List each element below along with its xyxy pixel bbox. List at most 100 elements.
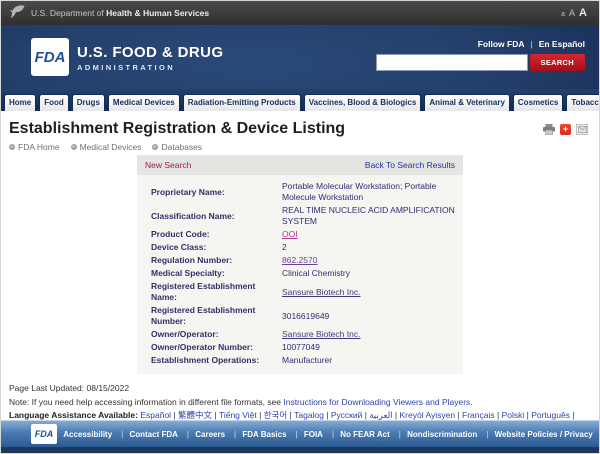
- footer-links: Accessibility | Contact FDA| Careers| FDA…: [57, 430, 599, 439]
- language-link[interactable]: 한국어: [264, 410, 287, 420]
- footer-link-separator: |: [121, 430, 123, 439]
- detail-label: Proprietary Name:: [151, 187, 282, 198]
- table-row: Product Code: OOI: [151, 228, 455, 241]
- language-separator: |: [455, 410, 462, 420]
- language-link[interactable]: Português: [531, 410, 570, 420]
- email-icon[interactable]: [576, 124, 588, 135]
- language-item: 繁體中文 |: [178, 410, 219, 420]
- footer-fda-logo[interactable]: FDA: [31, 424, 57, 444]
- nav-tab[interactable]: Animal & Veterinary: [424, 94, 510, 111]
- nav-tab[interactable]: Radiation-Emitting Products: [183, 94, 301, 111]
- language-item: Polski |: [502, 410, 532, 420]
- language-link[interactable]: 繁體中文: [178, 410, 212, 420]
- font-size-large-button[interactable]: A: [579, 7, 587, 19]
- footer-link[interactable]: Contact FDA: [129, 430, 177, 439]
- detail-label: Registered Establishment Name:: [151, 281, 282, 303]
- nav-tab[interactable]: Medical Devices: [108, 94, 180, 111]
- detail-value-text[interactable]: OOI: [282, 229, 298, 239]
- fda-name-line2: ADMINISTRATION: [77, 63, 223, 72]
- nav-tab[interactable]: Cosmetics: [513, 94, 563, 111]
- language-link[interactable]: Polski: [502, 410, 525, 420]
- detail-value-text[interactable]: Sansure Biotech Inc.: [282, 287, 360, 297]
- site-search-input[interactable]: [376, 54, 528, 71]
- new-search-link[interactable]: New Search: [145, 160, 191, 170]
- breadcrumb-bullet-icon: [152, 144, 158, 150]
- footer-link[interactable]: FOIA: [304, 430, 323, 439]
- detail-label: Owner/Operator Number:: [151, 342, 282, 353]
- table-row: Owner/Operator Number: 10077049: [151, 341, 455, 354]
- fda-masthead: FDA U.S. FOOD & DRUG ADMINISTRATION Foll…: [1, 25, 599, 89]
- footer-link[interactable]: Accessibility: [63, 430, 112, 439]
- footer-link-item: Careers|: [195, 430, 236, 439]
- nav-tab[interactable]: Home: [4, 94, 36, 111]
- footer-link-item: Nondiscrimination|: [407, 430, 488, 439]
- breadcrumb-bullet-icon: [71, 144, 77, 150]
- language-separator: |: [257, 410, 264, 420]
- language-item: Русский |: [331, 410, 369, 420]
- breadcrumb-item[interactable]: FDA Home: [9, 142, 60, 152]
- footer-link[interactable]: Nondiscrimination: [407, 430, 477, 439]
- nav-tab[interactable]: Drugs: [72, 94, 105, 111]
- breadcrumb-label: FDA Home: [18, 142, 60, 152]
- footer-link-item: Accessibility |: [63, 430, 123, 439]
- detail-label: Regulation Number:: [151, 255, 282, 266]
- language-item: Español |: [140, 410, 178, 420]
- viewers-players-link[interactable]: Instructions for Downloading Viewers and…: [283, 397, 472, 407]
- breadcrumb-bullet-icon: [9, 144, 15, 150]
- nav-tab[interactable]: Tobacco Products: [566, 94, 600, 111]
- language-link[interactable]: Русский: [331, 410, 363, 420]
- language-link[interactable]: Français: [462, 410, 495, 420]
- table-row: Classification Name: REAL TIME NUCLEIC A…: [151, 204, 455, 228]
- language-link[interactable]: Español: [140, 410, 171, 420]
- language-separator: |: [495, 410, 502, 420]
- language-link[interactable]: العربية: [369, 410, 392, 420]
- detail-value: 2: [282, 242, 455, 253]
- font-size-small-button[interactable]: a: [561, 11, 565, 18]
- footer-link-item: Contact FDA|: [129, 430, 189, 439]
- language-link[interactable]: Tiếng Việt: [219, 410, 257, 420]
- fda-logo[interactable]: FDA: [31, 38, 69, 76]
- follow-fda-link[interactable]: Follow FDA: [478, 39, 525, 49]
- footer-link[interactable]: Website Policies / Privacy: [495, 430, 593, 439]
- en-espanol-link[interactable]: En Español: [539, 39, 585, 49]
- back-to-search-results-link[interactable]: Back To Search Results: [365, 160, 455, 170]
- detail-value-text[interactable]: Sansure Biotech Inc.: [282, 329, 360, 339]
- breadcrumb-label: Databases: [161, 142, 202, 152]
- hhs-utility-bar: U.S. Department of Health & Human Servic…: [1, 1, 599, 25]
- detail-label: Establishment Operations:: [151, 355, 282, 366]
- table-row: Medical Specialty: Clinical Chemistry: [151, 267, 455, 280]
- fda-brand-text: U.S. FOOD & DRUG ADMINISTRATION: [77, 38, 223, 89]
- detail-value: Sansure Biotech Inc.: [282, 287, 455, 298]
- breadcrumb-item[interactable]: Databases: [152, 142, 202, 152]
- footer-link[interactable]: FDA Basics: [242, 430, 286, 439]
- table-row: Registered Establishment Number: 3016619…: [151, 304, 455, 328]
- share-icon[interactable]: +: [560, 124, 571, 135]
- site-footer-bar: FDA Accessibility | Contact FDA| Careers|…: [1, 420, 599, 447]
- language-item: Tagalog |: [294, 410, 331, 420]
- footer-link[interactable]: No FEAR Act: [340, 430, 389, 439]
- detail-value-text: Manufacturer: [282, 355, 332, 365]
- primary-nav: Home Food Drugs Medical Devices Radiatio…: [1, 89, 599, 111]
- detail-value-text: 2: [282, 242, 287, 252]
- language-link[interactable]: Tagalog: [294, 410, 324, 420]
- nav-tab[interactable]: Food: [39, 94, 69, 111]
- print-icon[interactable]: [543, 124, 555, 135]
- language-link[interactable]: Kreyòl Ayisyen: [399, 410, 455, 420]
- breadcrumb-item[interactable]: Medical Devices: [71, 142, 142, 152]
- font-size-controls: a A A: [561, 7, 587, 19]
- table-row: Regulation Number: 862.2570: [151, 254, 455, 267]
- nav-tab[interactable]: Vaccines, Blood & Biologics: [304, 94, 422, 111]
- search-button[interactable]: SEARCH: [530, 54, 585, 71]
- footer-link[interactable]: Careers: [195, 430, 225, 439]
- detail-value-text: 3016619649: [282, 311, 329, 321]
- breadcrumb-label: Medical Devices: [80, 142, 142, 152]
- detail-label: Owner/Operator:: [151, 329, 282, 340]
- detail-value: 3016619649: [282, 311, 455, 322]
- title-icons: +: [543, 124, 588, 135]
- font-size-medium-button[interactable]: A: [569, 8, 575, 18]
- detail-label: Registered Establishment Number:: [151, 305, 282, 327]
- detail-value-text[interactable]: 862.2570: [282, 255, 317, 265]
- language-item: Kreyòl Ayisyen |: [399, 410, 462, 420]
- detail-label: Medical Specialty:: [151, 268, 282, 279]
- detail-label: Product Code:: [151, 229, 282, 240]
